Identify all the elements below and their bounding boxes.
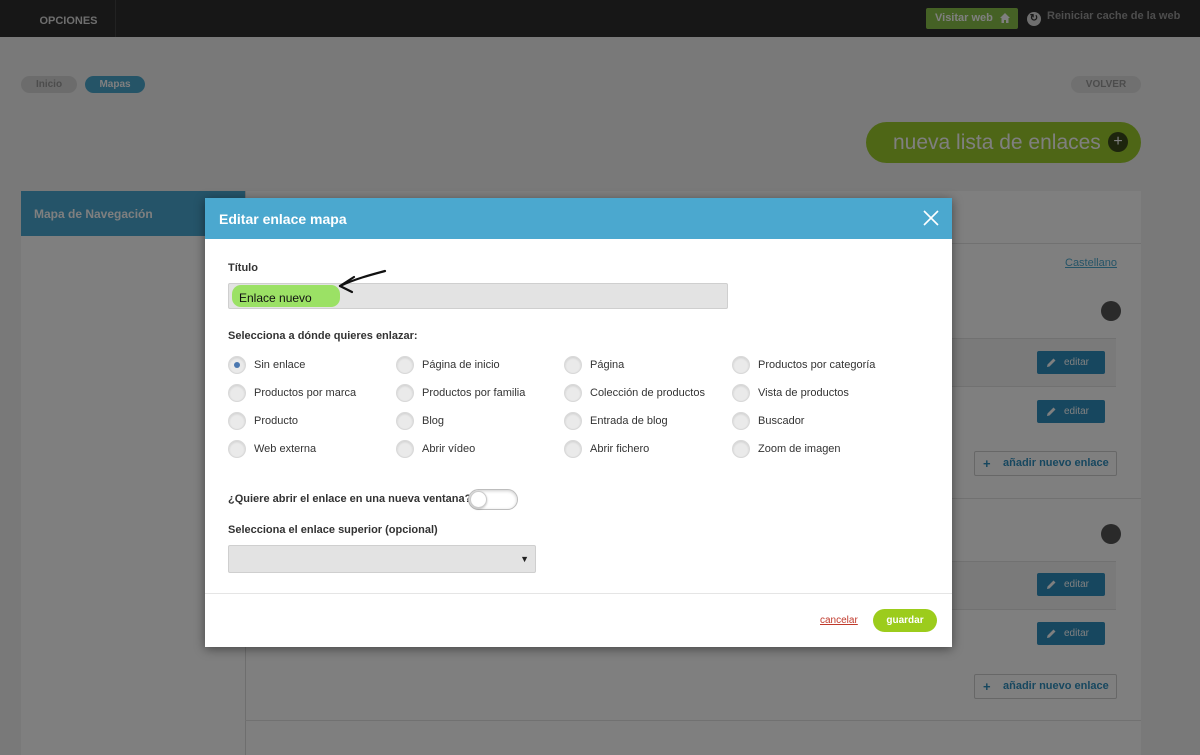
toggle-knob xyxy=(470,491,487,508)
radio-label: Sin enlace xyxy=(254,359,306,371)
radio-option[interactable]: Productos por familia xyxy=(396,384,546,402)
radio-button[interactable] xyxy=(228,384,246,402)
title-value: Enlace nuevo xyxy=(239,291,312,305)
radio-option[interactable]: Página de inicio xyxy=(396,356,546,374)
edit-link-modal: Editar enlace mapa Título Enlace nuevo S… xyxy=(205,198,952,647)
radio-option[interactable]: Blog xyxy=(396,412,546,430)
radio-button[interactable] xyxy=(228,412,246,430)
radio-button[interactable] xyxy=(396,384,414,402)
radio-label: Abrir fichero xyxy=(590,443,650,455)
radio-button[interactable] xyxy=(564,356,582,374)
radio-label: Buscador xyxy=(758,415,805,427)
close-icon[interactable] xyxy=(922,209,940,227)
radio-label: Productos por familia xyxy=(422,387,526,399)
radio-label: Web externa xyxy=(254,443,317,455)
radio-button[interactable] xyxy=(228,440,246,458)
radio-option[interactable]: Colección de productos xyxy=(564,384,714,402)
radio-label: Productos por categoría xyxy=(758,359,876,371)
radio-button[interactable] xyxy=(564,384,582,402)
radio-option[interactable]: Sin enlace xyxy=(228,356,378,374)
radio-button[interactable] xyxy=(396,412,414,430)
arrow-annotation-icon xyxy=(338,269,387,294)
radio-label: Vista de productos xyxy=(758,387,849,399)
radio-option[interactable]: Vista de productos xyxy=(732,384,882,402)
modal-footer-divider xyxy=(205,593,952,594)
radio-label: Producto xyxy=(254,415,299,427)
radio-button[interactable] xyxy=(564,412,582,430)
cancel-link[interactable]: cancelar xyxy=(820,615,858,626)
caret-down-icon: ▼ xyxy=(520,554,529,564)
radio-option[interactable]: Buscador xyxy=(732,412,882,430)
radio-button[interactable] xyxy=(732,440,750,458)
radio-option[interactable]: Productos por marca xyxy=(228,384,378,402)
radio-option[interactable]: Página xyxy=(564,356,714,374)
radio-label: Zoom de imagen xyxy=(758,443,841,455)
link-target-label: Selecciona a dónde quieres enlazar: xyxy=(228,330,418,342)
radio-label: Productos por marca xyxy=(254,387,357,399)
radio-option[interactable]: Abrir fichero xyxy=(564,440,714,458)
radio-label: Página de inicio xyxy=(422,359,500,371)
radio-button[interactable] xyxy=(732,384,750,402)
modal-title: Editar enlace mapa xyxy=(219,211,347,227)
radio-button[interactable] xyxy=(396,440,414,458)
radio-label: Blog xyxy=(422,415,445,427)
new-window-label: ¿Quiere abrir el enlace en una nueva ven… xyxy=(228,493,472,505)
radio-option[interactable]: Web externa xyxy=(228,440,378,458)
radio-option[interactable]: Productos por categoría xyxy=(732,356,882,374)
radio-button[interactable] xyxy=(732,412,750,430)
radio-label: Página xyxy=(590,359,625,371)
radio-option[interactable]: Abrir vídeo xyxy=(396,440,546,458)
radio-option[interactable]: Zoom de imagen xyxy=(732,440,882,458)
radio-button[interactable] xyxy=(564,440,582,458)
parent-link-label: Selecciona el enlace superior (opcional) xyxy=(228,524,438,536)
new-window-toggle[interactable] xyxy=(468,489,518,510)
save-button[interactable]: guardar xyxy=(873,609,937,632)
radio-label: Entrada de blog xyxy=(590,415,668,427)
parent-link-select[interactable]: ▼ xyxy=(228,545,536,573)
radio-option[interactable]: Entrada de blog xyxy=(564,412,714,430)
radio-button[interactable] xyxy=(732,356,750,374)
radio-label: Abrir vídeo xyxy=(422,443,476,455)
title-label: Título xyxy=(228,262,258,274)
radio-label: Colección de productos xyxy=(590,387,705,399)
radio-button[interactable] xyxy=(396,356,414,374)
radio-button[interactable] xyxy=(228,356,246,374)
radio-option[interactable]: Producto xyxy=(228,412,378,430)
